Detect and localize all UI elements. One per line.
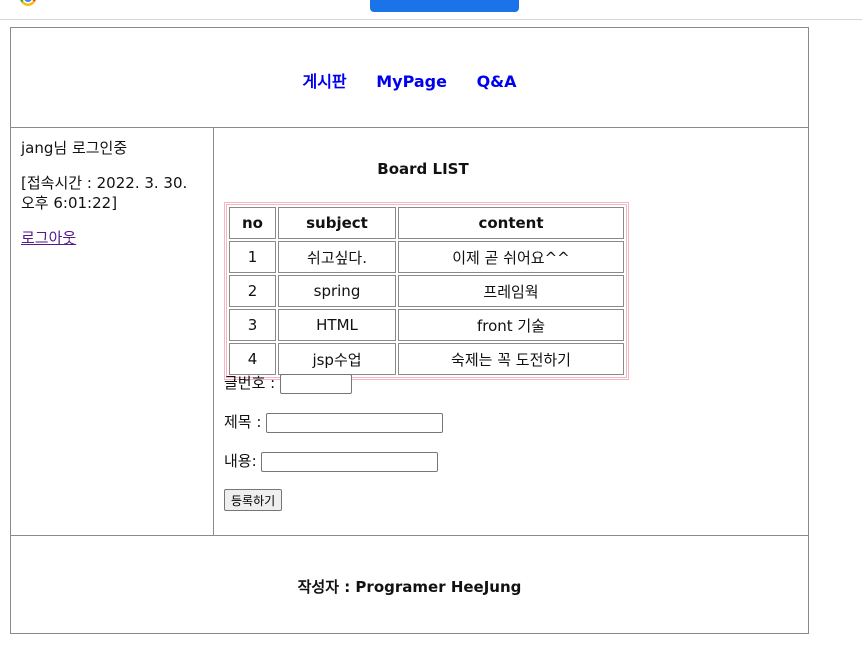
access-time: [접속시간 : 2022. 3. 30. 오후 6:01:22] [21, 174, 188, 212]
nav-qna-link[interactable]: Q&A [477, 72, 517, 91]
content-input[interactable] [261, 451, 439, 472]
cell-content: front 기술 [398, 309, 624, 341]
content-label: 내용: [224, 452, 257, 470]
header-cell: 게시판 MyPage Q&A [11, 28, 808, 128]
cell-content: 숙제는 꼭 도전하기 [398, 343, 624, 375]
table-header-row: no subject content [229, 207, 624, 239]
table-row: 4 jsp수업 숙제는 꼭 도전하기 [229, 343, 624, 375]
page-layout-table: 게시판 MyPage Q&A jang님 로그인중 [접속시간 : 2022. … [10, 27, 809, 634]
table-row: 2 spring 프레임웍 [229, 275, 624, 307]
main-content-cell: Board LIST no subject content 1 쉬고싶다. 이제… [214, 128, 808, 535]
infobar-action-button[interactable] [370, 0, 519, 12]
column-header-content: content [398, 207, 624, 239]
nav-mypage-link[interactable]: MyPage [376, 72, 447, 91]
cell-no: 2 [229, 275, 276, 307]
no-input[interactable] [280, 373, 353, 394]
subject-input[interactable] [266, 412, 444, 433]
chrome-icon [20, 0, 36, 6]
column-header-subject: subject [278, 207, 396, 239]
browser-infobar [0, 0, 862, 20]
footer-cell: 작성자 : Programer HeeJung [11, 535, 808, 633]
form-row-no: 글번호 : [224, 372, 353, 394]
form-row-subject: 제목 : [224, 411, 444, 433]
table-row: 3 HTML front 기술 [229, 309, 624, 341]
board-table: no subject content 1 쉬고싶다. 이제 곧 쉬어요^^ 2 … [224, 202, 629, 380]
footer-author: 작성자 : Programer HeeJung [297, 578, 522, 596]
cell-no: 3 [229, 309, 276, 341]
subject-label: 제목 : [224, 413, 262, 431]
submit-button[interactable]: 등록하기 [224, 489, 283, 511]
cell-content: 이제 곧 쉬어요^^ [398, 241, 624, 273]
main-nav: 게시판 MyPage Q&A [11, 68, 808, 92]
board-title: Board LIST [377, 160, 469, 178]
column-header-no: no [229, 207, 276, 239]
cell-subject: jsp수업 [278, 343, 396, 375]
cell-subject: HTML [278, 309, 396, 341]
table-row: 1 쉬고싶다. 이제 곧 쉬어요^^ [229, 241, 624, 273]
cell-subject: spring [278, 275, 396, 307]
cell-content: 프레임웍 [398, 275, 624, 307]
sidebar-cell: jang님 로그인중 [접속시간 : 2022. 3. 30. 오후 6:01:… [11, 128, 214, 535]
nav-board-link[interactable]: 게시판 [302, 72, 346, 91]
logout-link[interactable]: 로그아웃 [21, 229, 76, 247]
no-label: 글번호 : [224, 374, 276, 392]
form-row-content: 내용: [224, 450, 439, 472]
login-status: jang님 로그인중 [21, 139, 128, 157]
cell-no: 1 [229, 241, 276, 273]
cell-subject: 쉬고싶다. [278, 241, 396, 273]
cell-no: 4 [229, 343, 276, 375]
